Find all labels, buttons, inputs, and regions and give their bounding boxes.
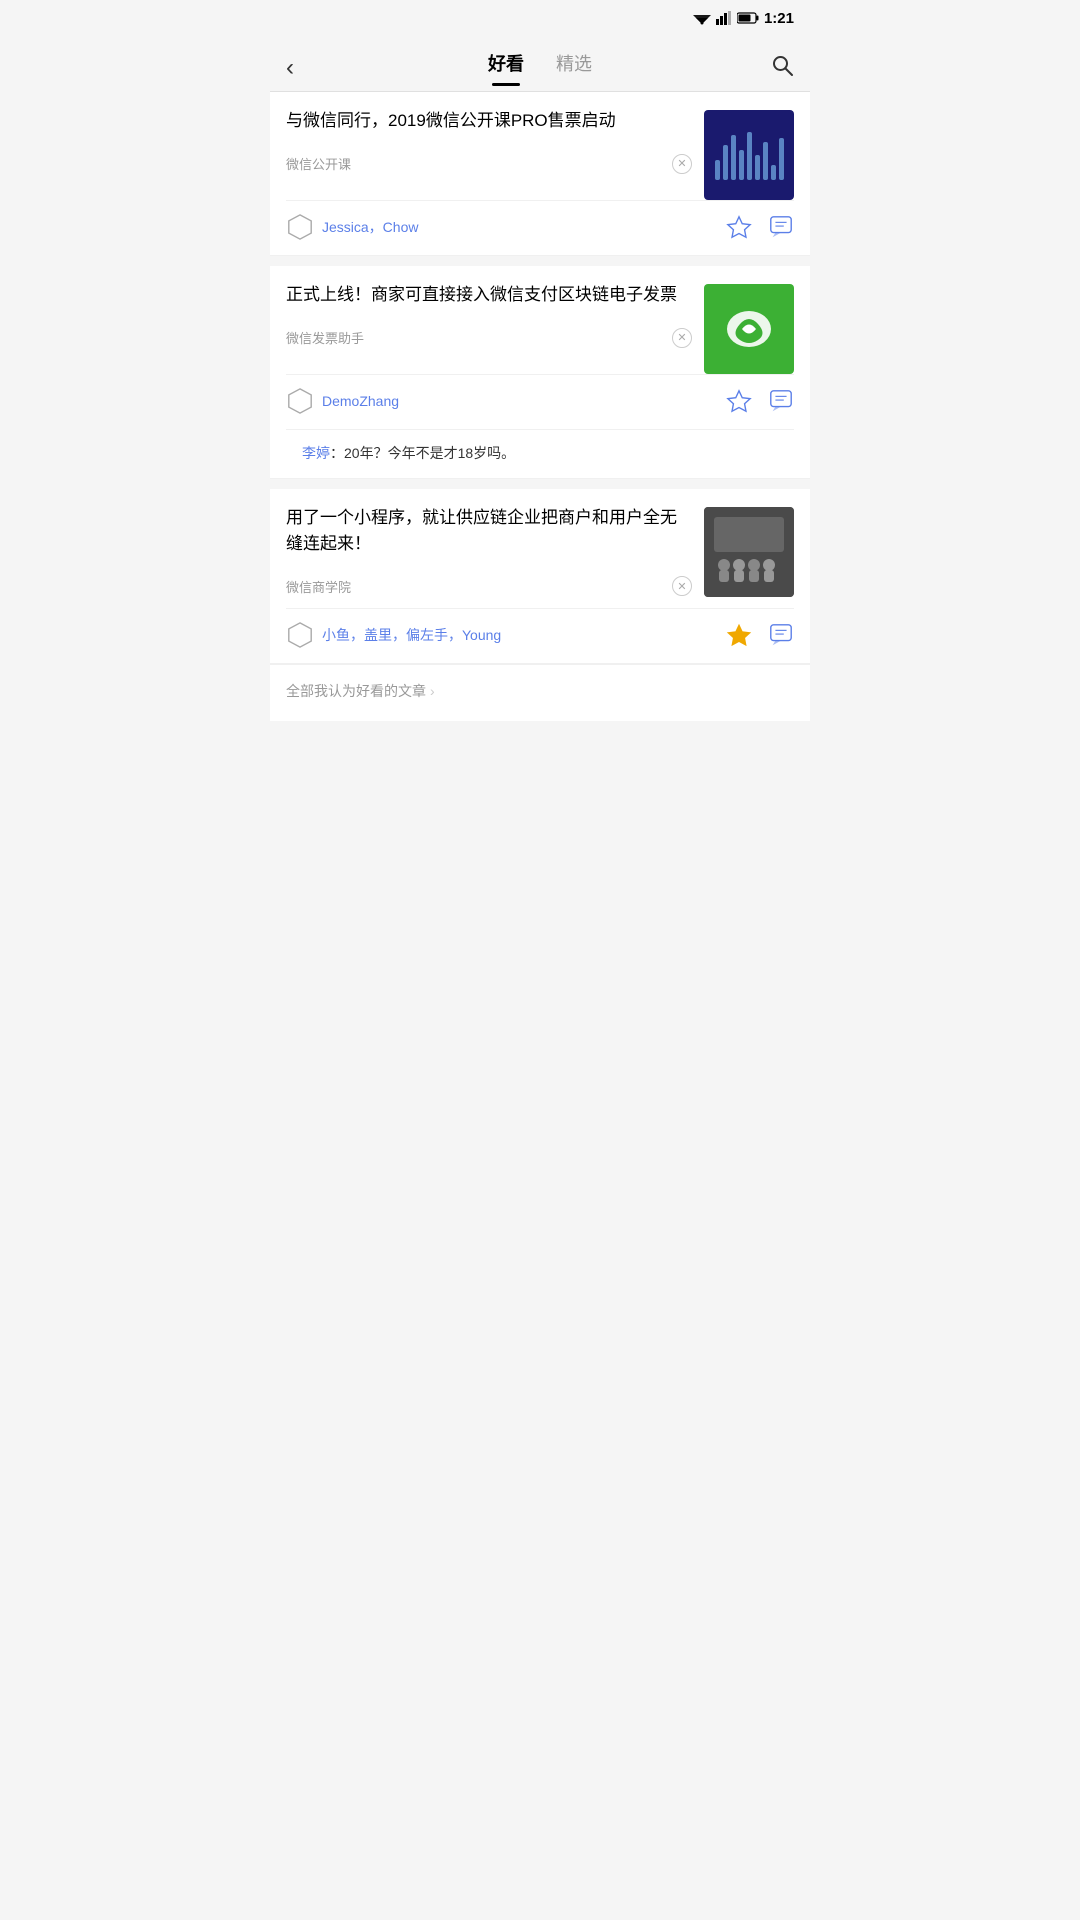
article-3-reaction-left: 小鱼，盖里，偏左手，Young xyxy=(286,621,501,649)
article-3-reaction-row: 小鱼，盖里，偏左手，Young xyxy=(286,608,794,663)
article-3-users[interactable]: 小鱼，盖里，偏左手，Young xyxy=(322,625,501,645)
avatar-hexagon-icon xyxy=(286,213,314,241)
bottom-link-text: 全部我认为好看的文章 › xyxy=(286,681,794,701)
article-1-users[interactable]: Jessica，Chow xyxy=(322,217,418,237)
viz-bar xyxy=(763,142,768,180)
article-1-text: 与微信同行，2019微信公开课PRO售票启动 微信公开课 ✕ xyxy=(286,108,692,186)
like-icon-2[interactable] xyxy=(726,388,752,414)
article-3-thumb-bg xyxy=(704,507,794,597)
article-2-close[interactable]: ✕ xyxy=(672,328,692,348)
article-3-source-row: 微信商学院 ✕ xyxy=(286,566,692,608)
article-1-reaction-left: Jessica，Chow xyxy=(286,213,418,241)
article-3-reaction-right xyxy=(726,622,794,648)
article-2-reaction-left: DemoZhang xyxy=(286,387,399,415)
viz-bar xyxy=(771,165,776,180)
article-3-body: 用了一个小程序，就让供应链企业把商户和用户全无缝连起来！ 微信商学院 ✕ xyxy=(286,505,794,608)
article-card-2: 正式上线！商家可直接接入微信支付区块链电子发票 微信发票助手 ✕ xyxy=(270,266,810,479)
search-button[interactable] xyxy=(750,53,794,83)
viz-bar xyxy=(755,155,760,180)
article-2-thumb-bg xyxy=(704,284,794,374)
group-photo-icon xyxy=(704,507,794,597)
article-1-source-row: 微信公开课 ✕ xyxy=(286,144,692,186)
avatar-hexagon-icon-2 xyxy=(286,387,314,415)
viz-bar xyxy=(731,135,736,180)
article-2-body: 正式上线！商家可直接接入微信支付区块链电子发票 微信发票助手 ✕ xyxy=(286,282,794,374)
article-3-close[interactable]: ✕ xyxy=(672,576,692,596)
viz-bar xyxy=(715,160,720,180)
like-icon-3[interactable] xyxy=(726,622,752,648)
article-2-title[interactable]: 正式上线！商家可直接接入微信支付区块链电子发票 xyxy=(286,282,692,308)
article-2-source-row: 微信发票助手 ✕ xyxy=(286,318,692,360)
avatar-hexagon-icon-3 xyxy=(286,621,314,649)
like-icon-1[interactable] xyxy=(726,214,752,240)
content: 与微信同行，2019微信公开课PRO售票启动 微信公开课 ✕ xyxy=(270,92,810,721)
status-bar: 1:21 xyxy=(270,0,810,36)
status-icons: 1:21 xyxy=(693,10,794,27)
back-button[interactable]: ‹ xyxy=(286,50,330,86)
article-1-thumb-bg xyxy=(704,110,794,200)
article-3-text: 用了一个小程序，就让供应链企业把商户和用户全无缝连起来！ 微信商学院 ✕ xyxy=(286,505,692,608)
article-1-title[interactable]: 与微信同行，2019微信公开课PRO售票启动 xyxy=(286,108,692,134)
article-2-reaction-right xyxy=(726,388,794,414)
article-3-source: 微信商学院 xyxy=(286,577,351,596)
article-2-text: 正式上线！商家可直接接入微信支付区块链电子发票 微信发票助手 ✕ xyxy=(286,282,692,360)
article-1-reaction-right xyxy=(726,214,794,240)
article-card-3: 用了一个小程序，就让供应链企业把商户和用户全无缝连起来！ 微信商学院 ✕ xyxy=(270,489,810,664)
article-1-body: 与微信同行，2019微信公开课PRO售票启动 微信公开课 ✕ xyxy=(286,108,794,200)
battery-icon xyxy=(737,12,759,24)
article-2-reaction-row: DemoZhang xyxy=(286,374,794,429)
viz-bar xyxy=(747,132,752,180)
status-time: 1:21 xyxy=(764,10,794,27)
header-tabs: 好看 精选 xyxy=(330,50,750,86)
article-2-users[interactable]: DemoZhang xyxy=(322,393,399,409)
separator-2 xyxy=(270,479,810,489)
article-1-thumb[interactable] xyxy=(704,110,794,200)
bottom-link-label: 全部我认为好看的文章 xyxy=(286,681,426,701)
header: ‹ 好看 精选 xyxy=(270,36,810,92)
article-1-reaction-row: Jessica，Chow xyxy=(286,200,794,255)
signal-icon xyxy=(716,11,732,25)
comment-icon-2[interactable] xyxy=(768,388,794,414)
article-2-comment: 李婷：20年？今年不是才18岁吗。 xyxy=(286,429,794,478)
comment-icon-1[interactable] xyxy=(768,214,794,240)
wechat-logo-icon xyxy=(722,302,776,356)
viz-bar xyxy=(739,150,744,180)
comment-text-2: ：20年？今年不是才18岁吗。 xyxy=(330,445,515,461)
article-1-source: 微信公开课 xyxy=(286,154,351,173)
article-card-1: 与微信同行，2019微信公开课PRO售票启动 微信公开课 ✕ xyxy=(270,92,810,256)
article-3-title[interactable]: 用了一个小程序，就让供应链企业把商户和用户全无缝连起来！ xyxy=(286,505,692,556)
article-2-source: 微信发票助手 xyxy=(286,328,364,347)
viz-bar xyxy=(723,145,728,180)
bottom-link[interactable]: 全部我认为好看的文章 › xyxy=(270,664,810,721)
tab-jingxuan[interactable]: 精选 xyxy=(556,50,592,86)
comment-user-2: 李婷 xyxy=(302,445,330,461)
chevron-right-icon: › xyxy=(430,683,435,699)
article-1-close[interactable]: ✕ xyxy=(672,154,692,174)
wifi-icon xyxy=(693,11,711,25)
article-2-thumb[interactable] xyxy=(704,284,794,374)
article-3-thumb[interactable] xyxy=(704,507,794,597)
search-icon xyxy=(770,53,794,77)
viz-bar xyxy=(779,138,784,180)
comment-icon-3[interactable] xyxy=(768,622,794,648)
separator-1 xyxy=(270,256,810,266)
tab-haokан[interactable]: 好看 xyxy=(488,50,524,86)
visualizer-bars xyxy=(715,130,784,180)
